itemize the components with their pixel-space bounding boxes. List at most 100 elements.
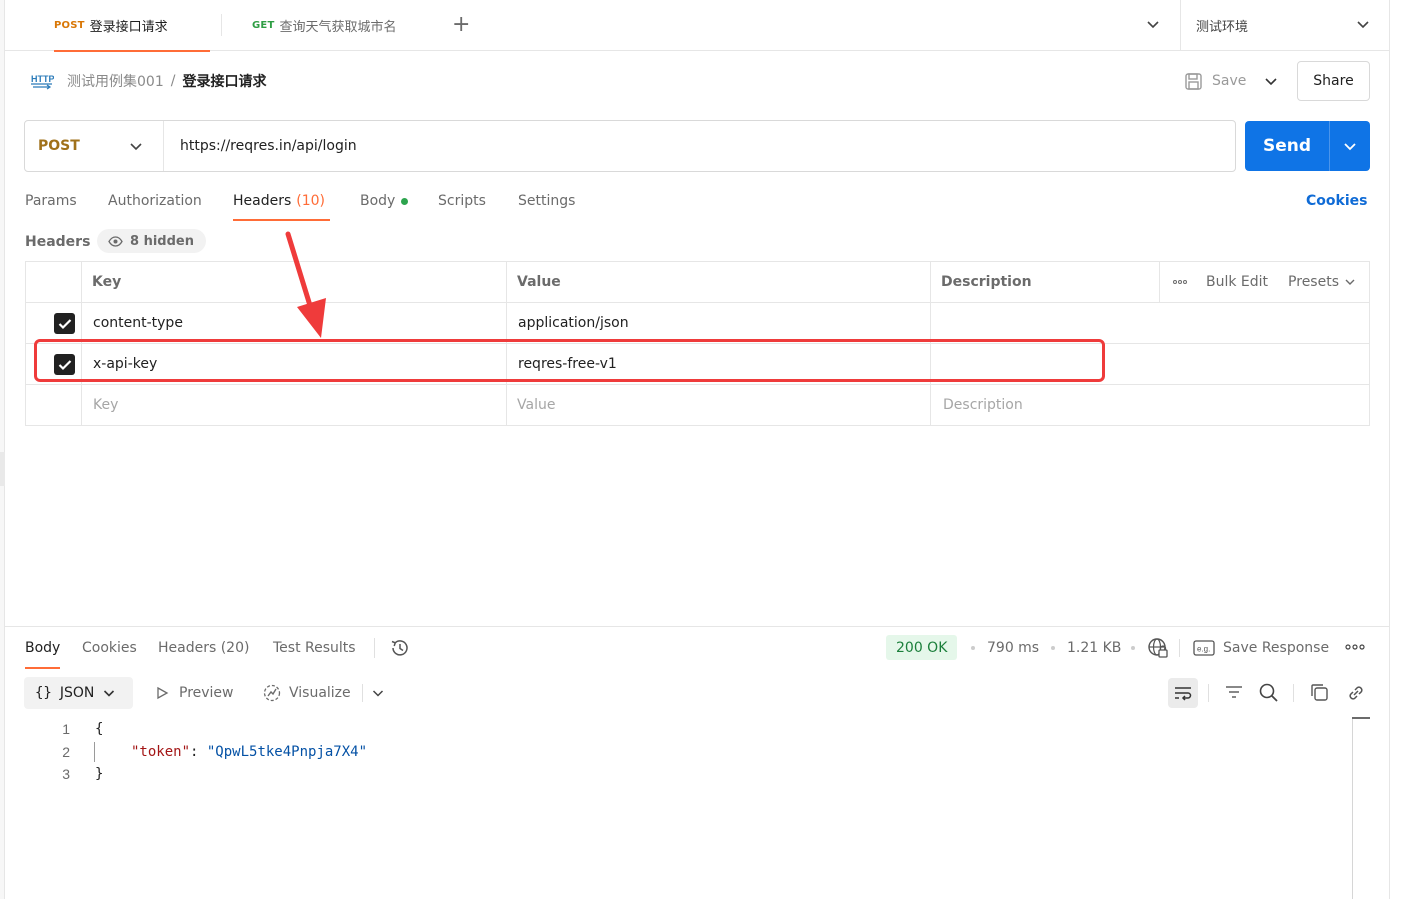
- column-header-value: Value: [517, 274, 561, 290]
- header-description-cell[interactable]: [941, 344, 1361, 384]
- response-divider[interactable]: [5, 626, 1389, 627]
- checkmark-icon: [58, 359, 71, 370]
- tab-weather-request[interactable]: GET 查询天气获取城市名: [252, 0, 396, 51]
- tab-params-label: Params: [25, 193, 77, 209]
- share-button[interactable]: Share: [1297, 61, 1370, 101]
- tab-authorization[interactable]: Authorization: [108, 190, 202, 212]
- environment-selector[interactable]: 测试环境: [1196, 0, 1248, 51]
- checkmark-icon: [58, 318, 71, 329]
- meta-dot-separator: [1051, 646, 1055, 650]
- breadcrumb-separator: /: [170, 73, 176, 89]
- search-icon[interactable]: [1258, 682, 1280, 704]
- response-tab-body[interactable]: Body: [25, 637, 61, 669]
- save-disk-icon: [1185, 72, 1202, 90]
- response-tab-cookies[interactable]: Cookies: [82, 637, 137, 659]
- tabs-overflow-chevron-icon[interactable]: [1145, 16, 1161, 32]
- send-button-label: Send: [1262, 136, 1312, 156]
- header-key-cell[interactable]: content-type: [93, 303, 183, 343]
- json-colon: :: [190, 744, 207, 760]
- tab-login-request[interactable]: POST 登录接口请求: [54, 0, 210, 52]
- response-size[interactable]: 1.21 KB: [1067, 637, 1121, 659]
- meta-dot-separator: [1131, 646, 1135, 650]
- breadcrumb-collection[interactable]: 测试用例集001: [67, 71, 164, 91]
- indent-guide: [94, 742, 95, 762]
- more-options-icon[interactable]: [1173, 279, 1187, 285]
- wrap-lines-button[interactable]: [1168, 678, 1198, 708]
- code-text: {: [95, 721, 104, 737]
- header-description-cell[interactable]: [941, 303, 1361, 343]
- table-row: content-type application/json: [26, 303, 1369, 344]
- environment-chevron-icon[interactable]: [1355, 16, 1371, 32]
- response-tab-test-results-label: Test Results: [273, 640, 356, 656]
- table-tools: Bulk Edit Presets: [1173, 262, 1356, 302]
- tab-headers-count: (10): [296, 193, 326, 209]
- code-scrollbar[interactable]: [1352, 718, 1370, 899]
- response-tab-headers[interactable]: Headers (20): [158, 637, 249, 659]
- new-tab-plus-icon[interactable]: +: [452, 13, 470, 37]
- row-enabled-checkbox[interactable]: [54, 313, 75, 334]
- header-value-cell[interactable]: application/json: [518, 303, 629, 343]
- tab-scripts-label: Scripts: [438, 193, 486, 209]
- row-enabled-checkbox[interactable]: [54, 354, 75, 375]
- save-options-chevron-icon[interactable]: [1262, 72, 1280, 90]
- tab-divider: [221, 14, 222, 36]
- visualize-button[interactable]: Visualize: [262, 682, 351, 704]
- tab-authorization-label: Authorization: [108, 193, 202, 209]
- send-button[interactable]: Send: [1245, 121, 1329, 171]
- tab-method-badge: GET: [252, 20, 275, 31]
- url-text: https://reqres.in/api/login: [180, 138, 357, 154]
- save-button-label: Save: [1212, 73, 1247, 89]
- line-number: 1: [62, 721, 70, 737]
- code-scrollbar-thumb[interactable]: [1352, 717, 1370, 719]
- save-button[interactable]: Save: [1184, 70, 1246, 92]
- tab-headers-label: Headers: [233, 193, 292, 209]
- tab-params[interactable]: Params: [25, 190, 77, 212]
- tab-headers[interactable]: Headers (10): [233, 190, 331, 221]
- filter-icon[interactable]: [1224, 682, 1244, 702]
- response-tab-cookies-label: Cookies: [82, 640, 137, 656]
- environment-divider: [1180, 0, 1181, 51]
- tab-title: 查询天气获取城市名: [279, 20, 397, 35]
- eye-icon: [108, 235, 123, 247]
- tab-settings[interactable]: Settings: [518, 190, 575, 212]
- tab-body[interactable]: Body: [360, 190, 409, 212]
- response-time[interactable]: 790 ms: [987, 637, 1039, 659]
- preview-button[interactable]: Preview: [155, 682, 234, 704]
- bulk-edit-button[interactable]: Bulk Edit: [1206, 274, 1268, 290]
- response-format-select[interactable]: {} JSON: [24, 677, 133, 709]
- new-description-input[interactable]: Description: [943, 385, 1023, 425]
- cookies-link[interactable]: Cookies: [1306, 190, 1367, 212]
- presets-chevron-icon: [1345, 279, 1355, 285]
- line-number: 3: [62, 766, 70, 782]
- send-button-group: Send: [1245, 121, 1370, 171]
- header-value-cell[interactable]: reqres-free-v1: [518, 344, 617, 384]
- presets-dropdown[interactable]: Presets: [1288, 274, 1339, 290]
- save-response-button[interactable]: e.g. Save Response: [1193, 637, 1329, 659]
- response-tab-divider: [374, 638, 375, 658]
- copy-icon[interactable]: [1309, 682, 1331, 704]
- toolbar-divider: [1208, 684, 1209, 702]
- network-globe-icon[interactable]: [1147, 637, 1169, 659]
- visualize-label: Visualize: [289, 685, 351, 701]
- header-key-cell[interactable]: x-api-key: [93, 344, 157, 384]
- send-options-chevron-icon[interactable]: [1342, 138, 1358, 154]
- svg-text:e.g.: e.g.: [1197, 645, 1210, 654]
- headers-section-title: Headers: [25, 234, 91, 250]
- breadcrumb-request-title[interactable]: 登录接口请求: [182, 71, 266, 91]
- new-value-input[interactable]: Value: [517, 385, 555, 425]
- column-header-key: Key: [92, 274, 122, 290]
- new-key-input[interactable]: Key: [93, 385, 118, 425]
- visualize-chevron-icon[interactable]: [371, 686, 385, 700]
- tab-settings-label: Settings: [518, 193, 576, 209]
- history-icon[interactable]: [389, 637, 411, 659]
- status-badge[interactable]: 200 OK: [886, 635, 958, 660]
- link-icon[interactable]: [1345, 682, 1367, 704]
- response-more-options-icon[interactable]: [1345, 642, 1365, 652]
- response-tab-test-results[interactable]: Test Results: [273, 637, 356, 659]
- table-row-new: Key Value Description: [26, 385, 1369, 426]
- sidebar-resize-handle[interactable]: [0, 452, 5, 486]
- tab-scripts[interactable]: Scripts: [438, 190, 486, 212]
- http-method-select[interactable]: POST: [25, 121, 164, 171]
- hidden-headers-toggle[interactable]: 8 hidden: [97, 229, 206, 253]
- url-input[interactable]: https://reqres.in/api/login: [180, 121, 357, 171]
